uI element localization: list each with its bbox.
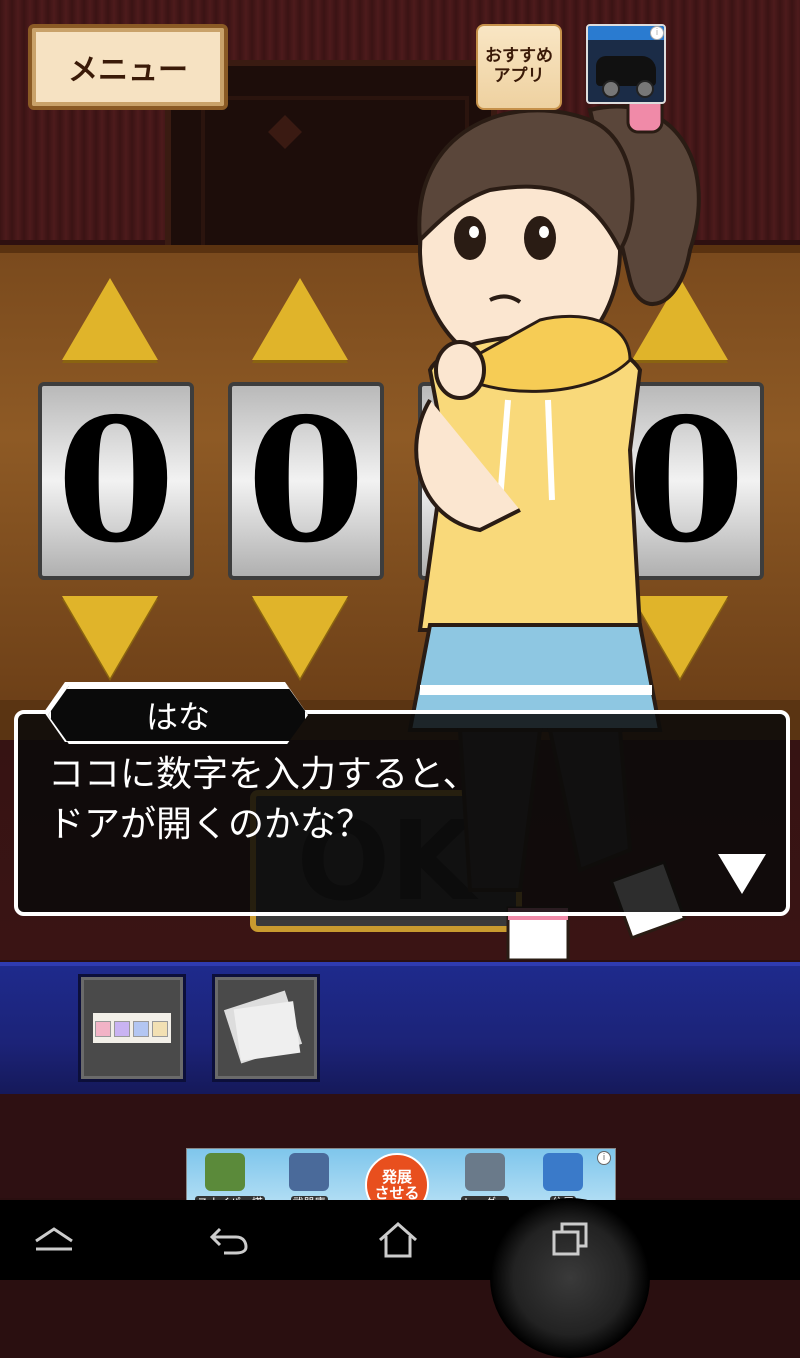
recent-apps-icon[interactable]	[540, 1212, 600, 1268]
triangle-up-icon[interactable]	[252, 278, 348, 360]
back-icon[interactable]	[198, 1212, 258, 1268]
dialog-text: ココに数字を入力すると、 ドアが開くのかな？	[48, 754, 479, 845]
info-icon[interactable]: i	[597, 1151, 611, 1165]
dial-2: 0	[222, 278, 384, 688]
digit-display-2: 0	[228, 382, 384, 580]
triangle-up-icon[interactable]	[62, 278, 158, 360]
inventory-slot-1[interactable]	[78, 974, 186, 1082]
info-icon[interactable]: i	[650, 26, 664, 40]
triangle-down-icon[interactable]	[718, 854, 766, 894]
digit-display-1: 0	[38, 382, 194, 580]
home-icon[interactable]	[24, 1212, 84, 1268]
house-icon[interactable]	[368, 1212, 428, 1268]
dial-1: 0	[32, 278, 194, 688]
symbol-strip-paper-icon	[93, 1013, 171, 1043]
inventory-slot-2[interactable]	[212, 974, 320, 1082]
recommended-apps-button[interactable]: おすすめ アプリ	[476, 24, 562, 110]
menu-button[interactable]: メニュー	[28, 24, 228, 110]
speaker-name-tag: はな	[48, 686, 308, 744]
triangle-down-icon[interactable]	[252, 596, 348, 678]
triangle-down-icon[interactable]	[62, 596, 158, 678]
